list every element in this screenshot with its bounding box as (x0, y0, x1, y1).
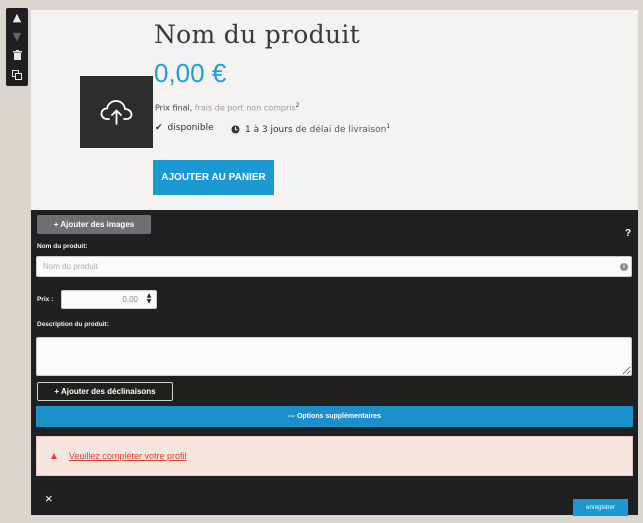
product-name-input[interactable] (36, 256, 632, 277)
delivery-suffix: de délai de livraison (295, 125, 387, 135)
product-editor-panel: + Ajouter des images ? Nom du produit: i… (31, 210, 638, 516)
copy-icon[interactable] (12, 69, 22, 83)
cloud-upload-icon (100, 100, 132, 125)
product-title: Nom du produit (154, 20, 360, 49)
help-icon[interactable]: ? (625, 228, 631, 239)
info-icon[interactable]: i (620, 263, 628, 271)
shipping-note-sup: 2 (295, 102, 300, 109)
add-variants-button[interactable]: + Ajouter des déclinaisons (37, 382, 173, 401)
more-options-toggle[interactable]: --- Options supplémentaires (36, 406, 633, 427)
block-toolbar: ▲ ▼ (6, 8, 28, 86)
price-final-label: Prix final, (155, 103, 193, 113)
stepper-down-icon[interactable]: ▼ (147, 299, 152, 305)
profile-alert: ▲ Veuillez compléter votre profil (36, 436, 633, 476)
price-stepper[interactable]: ▲ ▼ (145, 292, 153, 306)
name-label: Nom du produit: (37, 243, 88, 250)
add-to-cart-button[interactable]: AJOUTER AU PANIER (153, 160, 274, 195)
price-input[interactable] (61, 290, 157, 309)
description-textarea[interactable] (36, 337, 632, 376)
close-icon[interactable]: × (45, 491, 53, 506)
description-label: Description du produit: (37, 321, 109, 328)
warning-icon: ▲ (49, 450, 59, 462)
delivery-sup: 1 (386, 123, 391, 130)
trash-icon[interactable] (12, 49, 22, 63)
chevron-up-icon[interactable]: ▲ (13, 11, 21, 24)
product-preview: Nom du produit 0,00 € Prix final, frais … (31, 10, 638, 210)
availability-label: disponible (167, 123, 214, 133)
save-button[interactable]: enregistrer (573, 499, 628, 516)
price-label: Prix : (37, 296, 54, 303)
shipping-note: frais de port non compris (194, 103, 296, 113)
availability: ✔ disponible (155, 123, 214, 133)
product-image-placeholder[interactable] (80, 76, 153, 148)
product-price: 0,00 € (154, 58, 227, 88)
add-images-button[interactable]: + Ajouter des images (37, 215, 151, 234)
check-icon: ✔ (155, 123, 163, 133)
clock-icon (231, 125, 240, 133)
delivery-time: 1 à 3 jours de délai de livraison1 (231, 123, 390, 135)
complete-profile-link[interactable]: Veuillez compléter votre profil (69, 451, 187, 461)
delivery-days: 1 à 3 jours (245, 125, 293, 135)
chevron-down-icon[interactable]: ▼ (13, 30, 21, 43)
price-note: Prix final, frais de port non compris2 (155, 102, 299, 113)
